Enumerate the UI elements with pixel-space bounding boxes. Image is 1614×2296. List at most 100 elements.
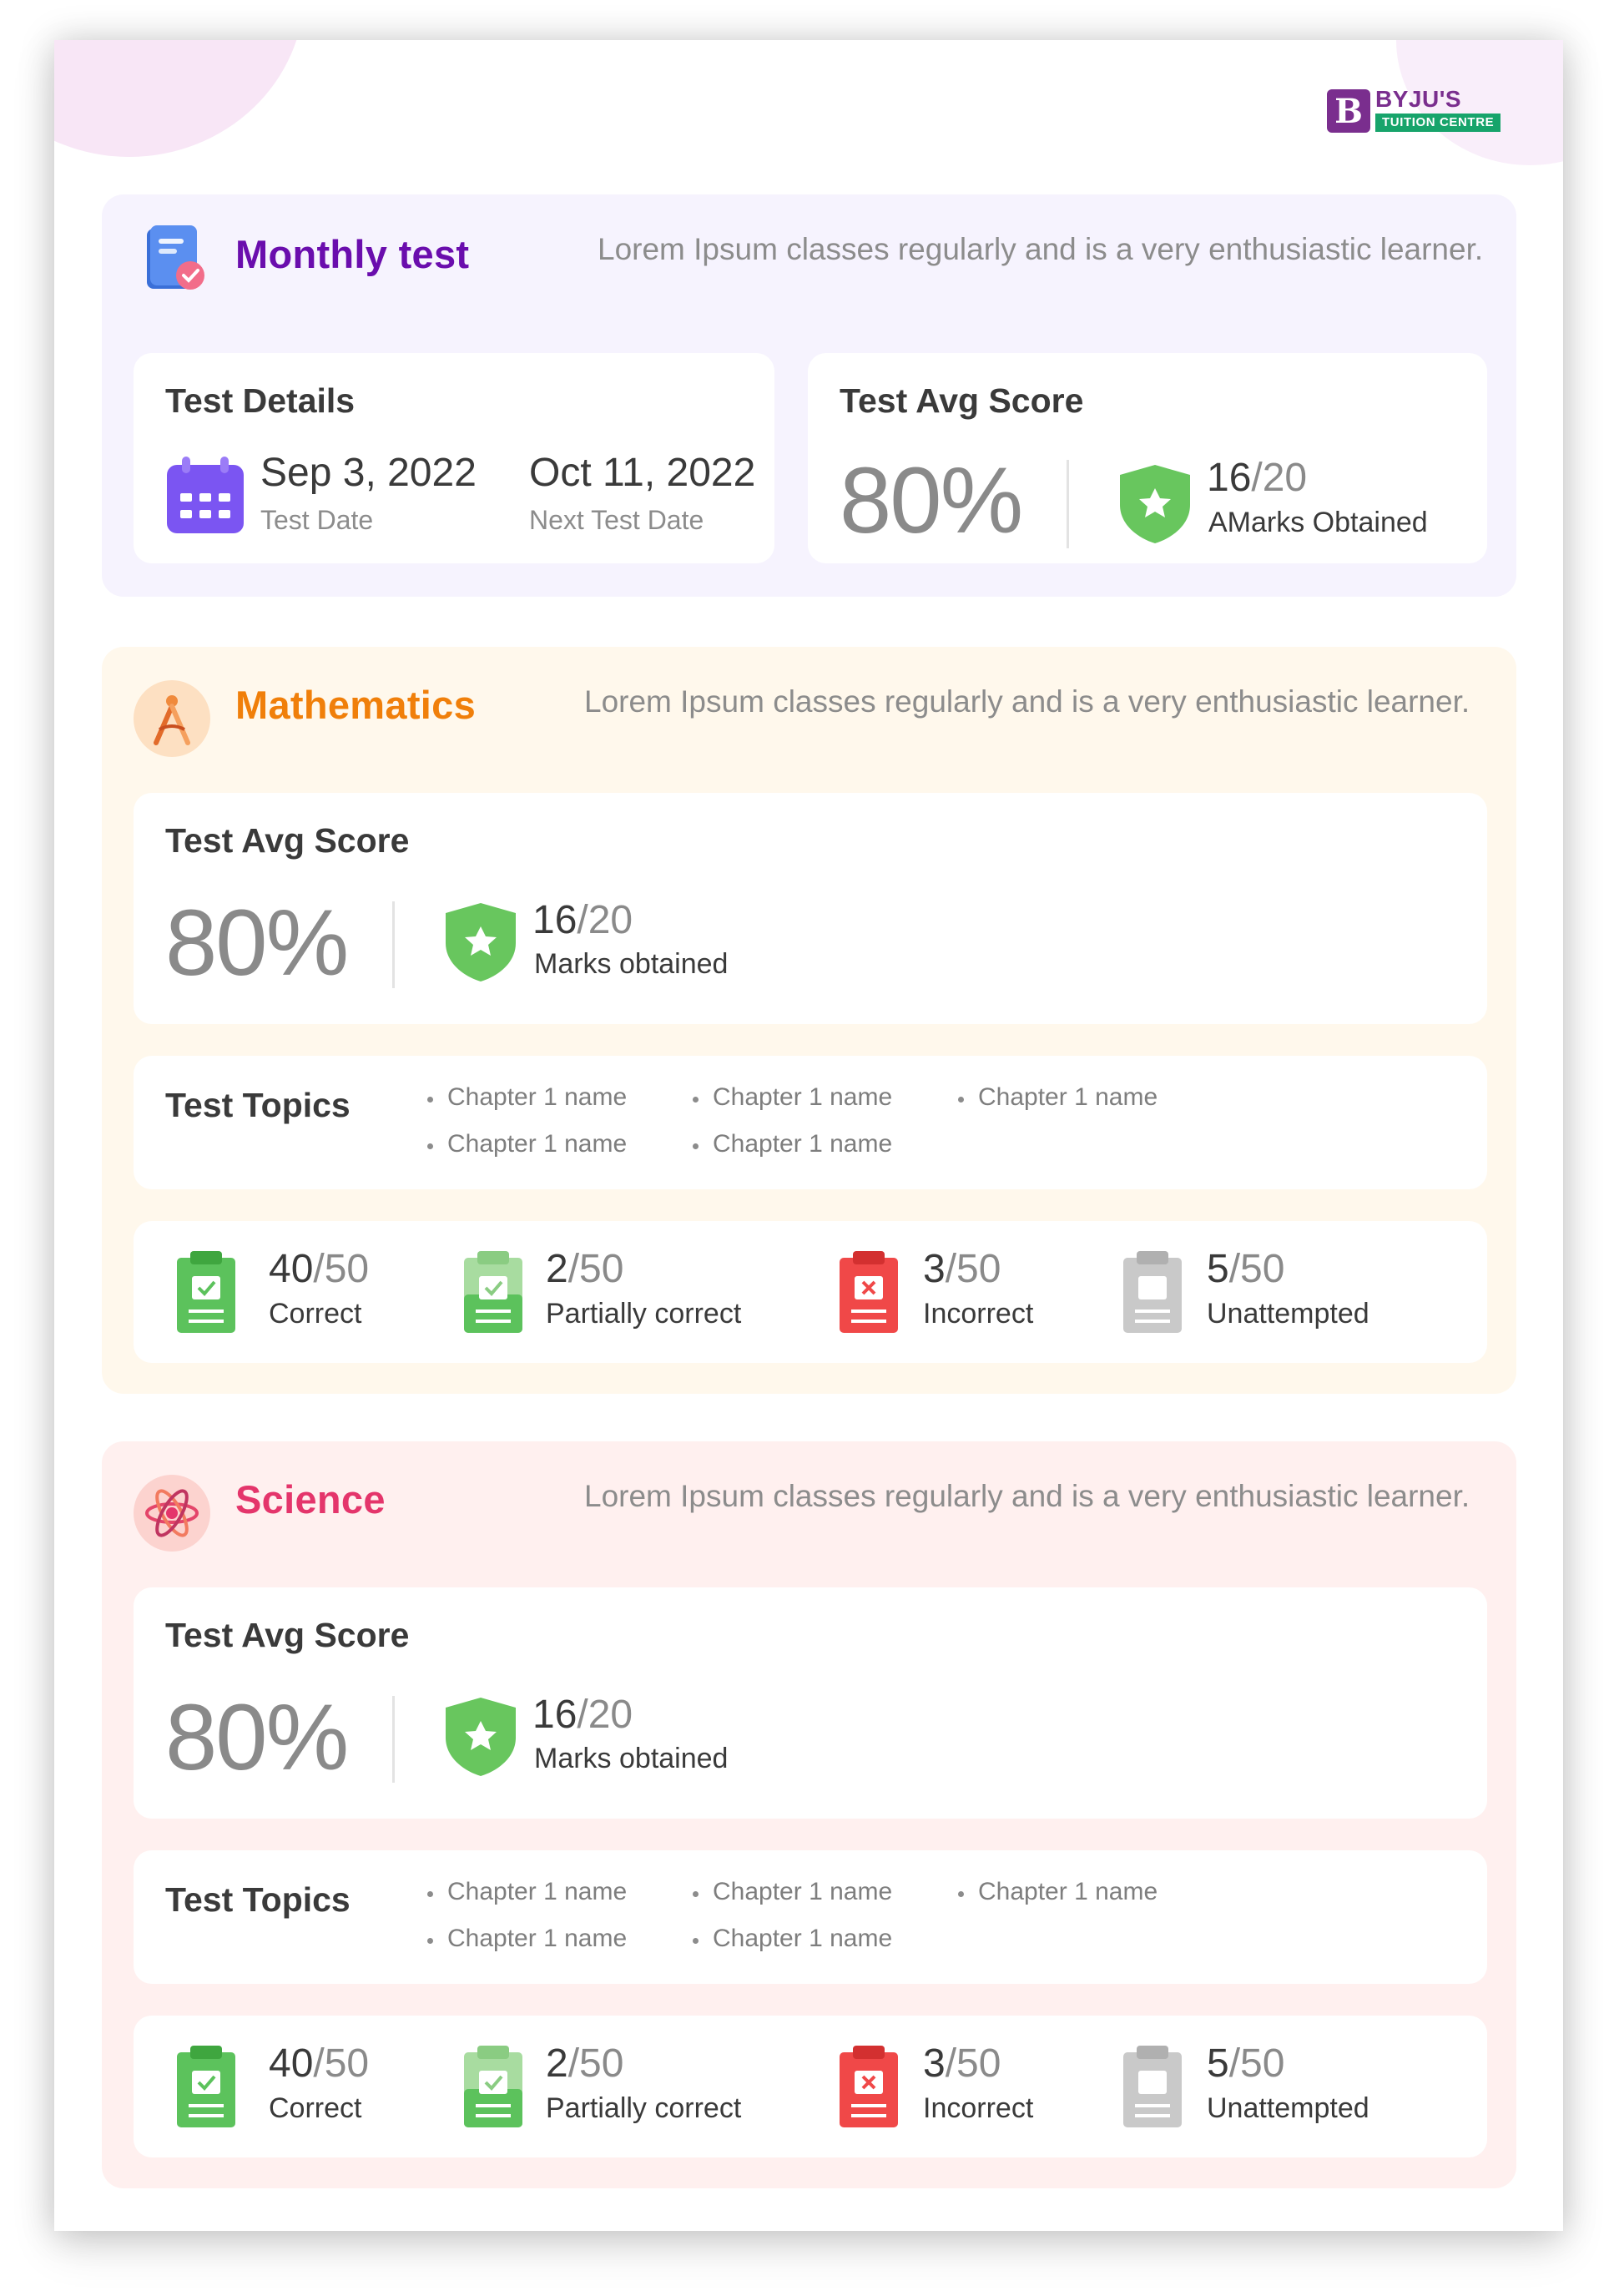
avg-score-card: Test Avg Score 80% 16/20 AMarks Obtained (808, 353, 1487, 563)
test-date-label: Test Date (260, 505, 374, 535)
stat-value: 5 (1207, 2041, 1229, 2086)
topic-item: Chapter 1 name (692, 1878, 893, 1905)
stat-total: /50 (1228, 1247, 1285, 1291)
section-title: Monthly test (235, 232, 470, 276)
card-title: Test Topics (165, 1880, 351, 1919)
clipboard-correct-icon (177, 1251, 235, 1337)
stat-total: /50 (945, 1247, 1001, 1291)
score-percent: 80% (165, 1685, 349, 1789)
logo-subtitle: TUITION CENTRE (1375, 114, 1501, 132)
stat-fraction: 40/50 (269, 1246, 369, 1292)
marks-total: /20 (1251, 456, 1308, 500)
stat-value: 40 (269, 2041, 314, 2086)
logo-mark: B (1327, 89, 1370, 133)
stat-total: /50 (313, 1247, 370, 1291)
topic-item: Chapter 1 name (426, 1130, 628, 1158)
marks-total: /20 (577, 1693, 633, 1737)
monthly-test-section: Monthly test Lorem Ipsum classes regular… (102, 194, 1516, 597)
stat-correct: 40/50 Correct (177, 2016, 444, 2157)
decorative-blob (54, 40, 305, 157)
stat-value: 2 (546, 1247, 568, 1291)
stat-value: 40 (269, 1247, 314, 1291)
clipboard-unattempted-icon (1123, 2046, 1182, 2132)
stat-label: Partially correct (546, 2092, 742, 2124)
stat-incorrect: 3/50 Incorrect (840, 2016, 1107, 2157)
section-header: Science Lorem Ipsum classes regularly an… (102, 1441, 1516, 1592)
mathematics-section: Mathematics Lorem Ipsum classes regularl… (102, 647, 1516, 1394)
card-title: Test Avg Score (165, 1616, 410, 1654)
score-percent: 80% (840, 448, 1023, 553)
avg-score-card: Test Avg Score 80% 16/20 Marks obtained (134, 1587, 1487, 1819)
marks-total: /20 (577, 898, 633, 942)
marks-fraction: 16/20 (532, 897, 633, 943)
shield-star-icon (442, 1696, 519, 1782)
section-header: Monthly test Lorem Ipsum classes regular… (102, 194, 1516, 345)
stat-label: Correct (269, 1298, 362, 1330)
clipboard-incorrect-icon (840, 2046, 898, 2132)
card-title: Test Avg Score (165, 821, 410, 860)
marks-obtained: 16 (1207, 456, 1252, 500)
test-topics-card: Test Topics Chapter 1 name Chapter 1 nam… (134, 1056, 1487, 1189)
divider (1067, 460, 1069, 548)
score-percent: 80% (165, 891, 349, 995)
section-title: Science (235, 1477, 386, 1521)
clipboard-correct-icon (177, 2046, 235, 2132)
next-test-date: Oct 11, 2022 (529, 451, 756, 495)
section-description: Lorem Ipsum classes regularly and is a v… (584, 1479, 1470, 1513)
section-description: Lorem Ipsum classes regularly and is a v… (598, 232, 1484, 266)
stat-fraction: 5/50 (1207, 2041, 1284, 2087)
clipboard-partial-icon (464, 2046, 522, 2132)
test-date: Sep 3, 2022 (260, 451, 477, 495)
stat-incorrect: 3/50 Incorrect (840, 1221, 1107, 1363)
shield-star-icon (442, 901, 519, 987)
stat-total: /50 (567, 2041, 624, 2086)
result-stats-card: 40/50 Correct 2/50 Partially correct 3/5… (134, 2016, 1487, 2157)
logo-name: BYJU'S (1375, 86, 1462, 112)
report-page: B BYJU'S TUITION CENTRE Monthly test Lor… (54, 40, 1563, 2231)
marks-label: Marks obtained (534, 948, 729, 980)
stat-total: /50 (945, 2041, 1001, 2086)
stat-value: 5 (1207, 1247, 1229, 1291)
science-section: Science Lorem Ipsum classes regularly an… (102, 1441, 1516, 2188)
compass-icon (134, 680, 210, 757)
stat-label: Unattempted (1207, 1298, 1369, 1330)
stat-total: /50 (313, 2041, 370, 2086)
stat-fraction: 3/50 (923, 2041, 1001, 2087)
topic-item: Chapter 1 name (692, 1130, 893, 1158)
stat-correct: 40/50 Correct (177, 1221, 444, 1363)
stat-fraction: 5/50 (1207, 1246, 1284, 1292)
test-topics-card: Test Topics Chapter 1 name Chapter 1 nam… (134, 1850, 1487, 1984)
stat-total: /50 (1228, 2041, 1285, 2086)
stat-fraction: 2/50 (546, 1246, 623, 1292)
topic-item: Chapter 1 name (426, 1083, 628, 1111)
topic-item: Chapter 1 name (957, 1083, 1158, 1111)
topic-item: Chapter 1 name (692, 1925, 893, 1952)
divider (392, 901, 395, 988)
topic-item: Chapter 1 name (426, 1925, 628, 1952)
stat-fraction: 40/50 (269, 2041, 369, 2087)
stat-label: Incorrect (923, 2092, 1034, 2124)
stat-label: Correct (269, 2092, 362, 2124)
stat-value: 2 (546, 2041, 568, 2086)
topic-item: Chapter 1 name (692, 1083, 893, 1111)
marks-obtained: 16 (532, 898, 578, 942)
test-details-card: Test Details Sep 3, 2022 Test Date Oct 1… (134, 353, 774, 563)
atom-icon (134, 1475, 210, 1552)
calendar-icon (165, 457, 245, 539)
stat-value: 3 (923, 2041, 946, 2086)
card-title: Test Topics (165, 1086, 351, 1124)
stat-fraction: 3/50 (923, 1246, 1001, 1292)
clipboard-partial-icon (464, 1251, 522, 1337)
stat-label: Incorrect (923, 1298, 1034, 1330)
stat-unattempted: 5/50 Unattempted (1123, 2016, 1457, 2157)
clipboard-unattempted-icon (1123, 1251, 1182, 1337)
stat-fraction: 2/50 (546, 2041, 623, 2087)
result-stats-card: 40/50 Correct 2/50 Partially correct 3/5… (134, 1221, 1487, 1363)
stat-label: Unattempted (1207, 2092, 1369, 2124)
marks-obtained: 16 (532, 1693, 578, 1737)
marks-label: AMarks Obtained (1208, 507, 1428, 538)
stat-total: /50 (567, 1247, 624, 1291)
section-header: Mathematics Lorem Ipsum classes regularl… (102, 647, 1516, 797)
avg-score-card: Test Avg Score 80% 16/20 Marks obtained (134, 793, 1487, 1024)
stat-value: 3 (923, 1247, 946, 1291)
